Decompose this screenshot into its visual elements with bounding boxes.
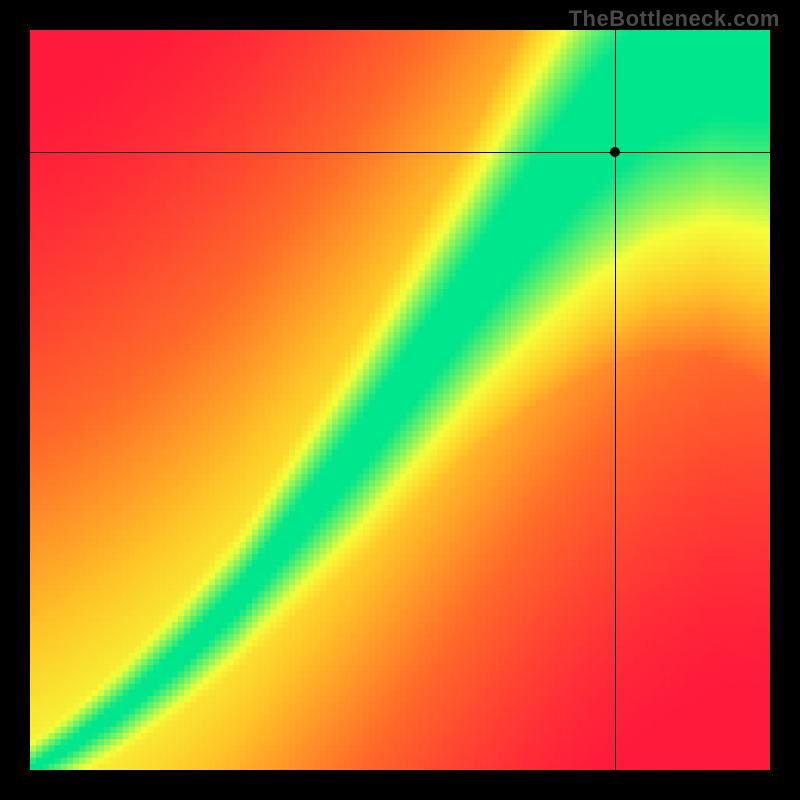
crosshair-vertical — [615, 30, 616, 770]
heatmap-plot — [30, 30, 770, 770]
crosshair-horizontal — [30, 152, 770, 153]
heatmap-canvas — [30, 30, 770, 770]
stage: TheBottleneck.com — [0, 0, 800, 800]
watermark-text: TheBottleneck.com — [569, 6, 780, 32]
marker-dot — [610, 147, 620, 157]
